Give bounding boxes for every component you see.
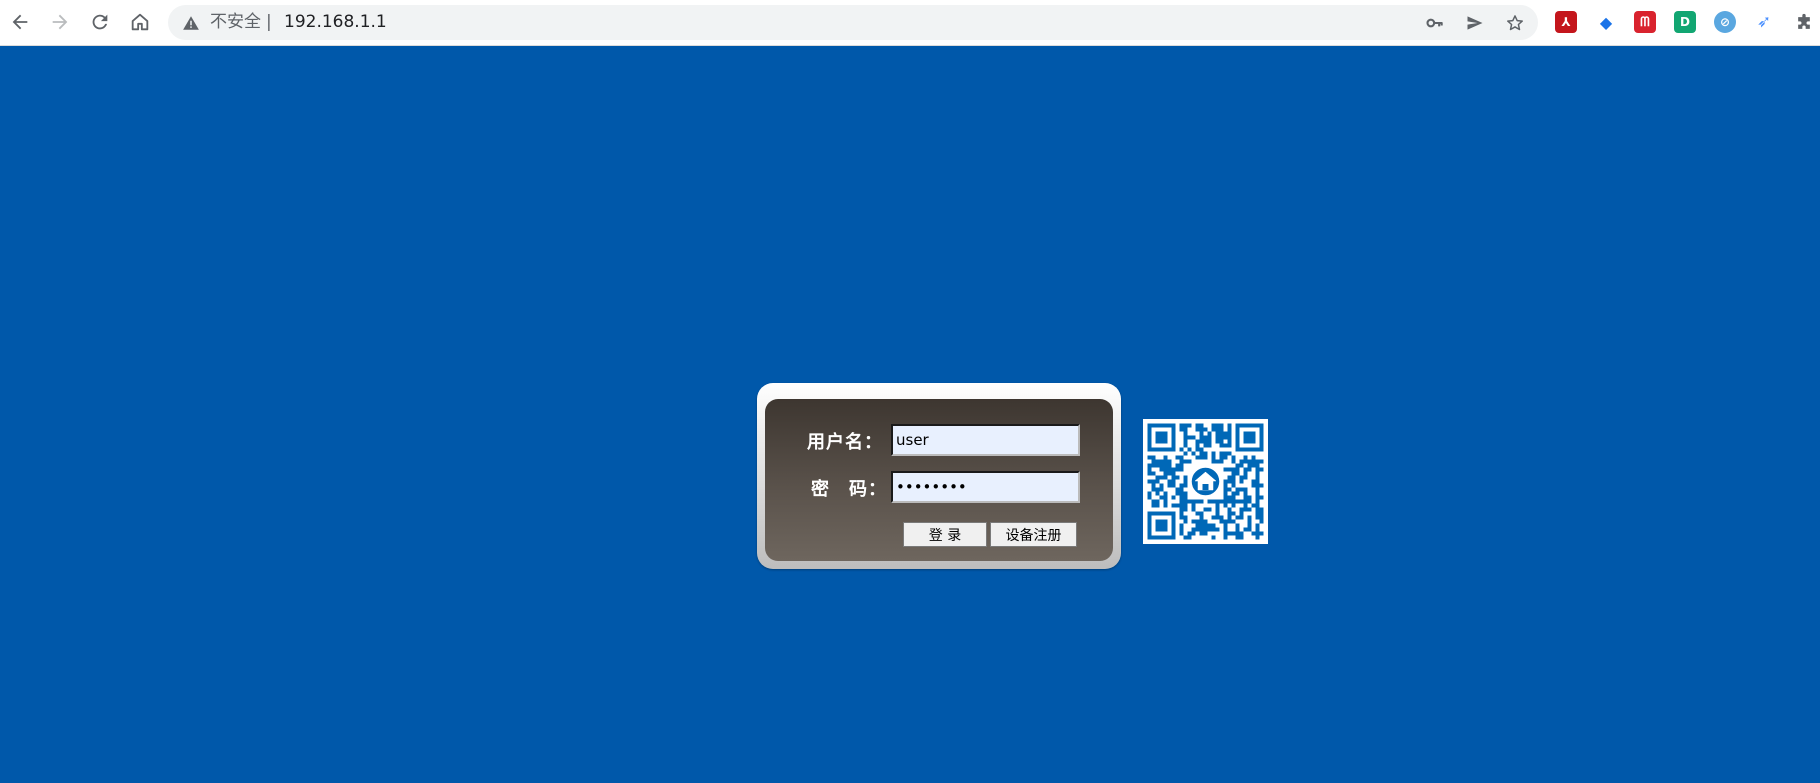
- compass-extension-icon[interactable]: ⊘: [1714, 11, 1736, 33]
- bird-extension-icon[interactable]: ➶: [1753, 11, 1775, 33]
- d-extension-icon[interactable]: D: [1674, 11, 1696, 33]
- register-device-button[interactable]: 设备注册: [990, 522, 1077, 547]
- star-icon[interactable]: [1503, 11, 1527, 35]
- browser-toolbar: 不安全 | 192.168.1.1 ⅄ ◆ ᗰ D ⊘ ➶: [0, 0, 1820, 46]
- login-box: 用户名： 密 码： 登 录 设备注册: [757, 383, 1121, 569]
- username-input[interactable]: [891, 424, 1080, 456]
- edu-extension-icon[interactable]: ◆: [1595, 11, 1617, 33]
- reload-icon[interactable]: [84, 6, 116, 38]
- mendeley-extension-icon[interactable]: ᗰ: [1634, 11, 1656, 33]
- send-icon[interactable]: [1463, 11, 1487, 35]
- home-icon[interactable]: [124, 6, 156, 38]
- forward-icon[interactable]: [44, 6, 76, 38]
- address-bar[interactable]: 不安全 | 192.168.1.1: [168, 5, 1538, 40]
- omnibox-separator: |: [266, 12, 272, 32]
- login-button[interactable]: 登 录: [903, 522, 987, 547]
- username-label: 用户名：: [807, 432, 883, 453]
- qr-code: [1143, 419, 1268, 544]
- warning-icon[interactable]: [182, 14, 200, 32]
- pdf-extension-icon[interactable]: ⅄: [1555, 11, 1577, 33]
- url-text[interactable]: 192.168.1.1: [284, 5, 387, 40]
- back-icon[interactable]: [4, 6, 36, 38]
- password-label: 密 码：: [811, 479, 887, 500]
- login-panel: 用户名： 密 码： 登 录 设备注册: [765, 399, 1113, 561]
- qr-code-graphic: [1147, 423, 1264, 540]
- security-status[interactable]: 不安全: [210, 5, 261, 40]
- password-input[interactable]: [891, 471, 1080, 503]
- extensions-puzzle-icon[interactable]: [1793, 12, 1815, 34]
- key-icon[interactable]: [1423, 11, 1447, 35]
